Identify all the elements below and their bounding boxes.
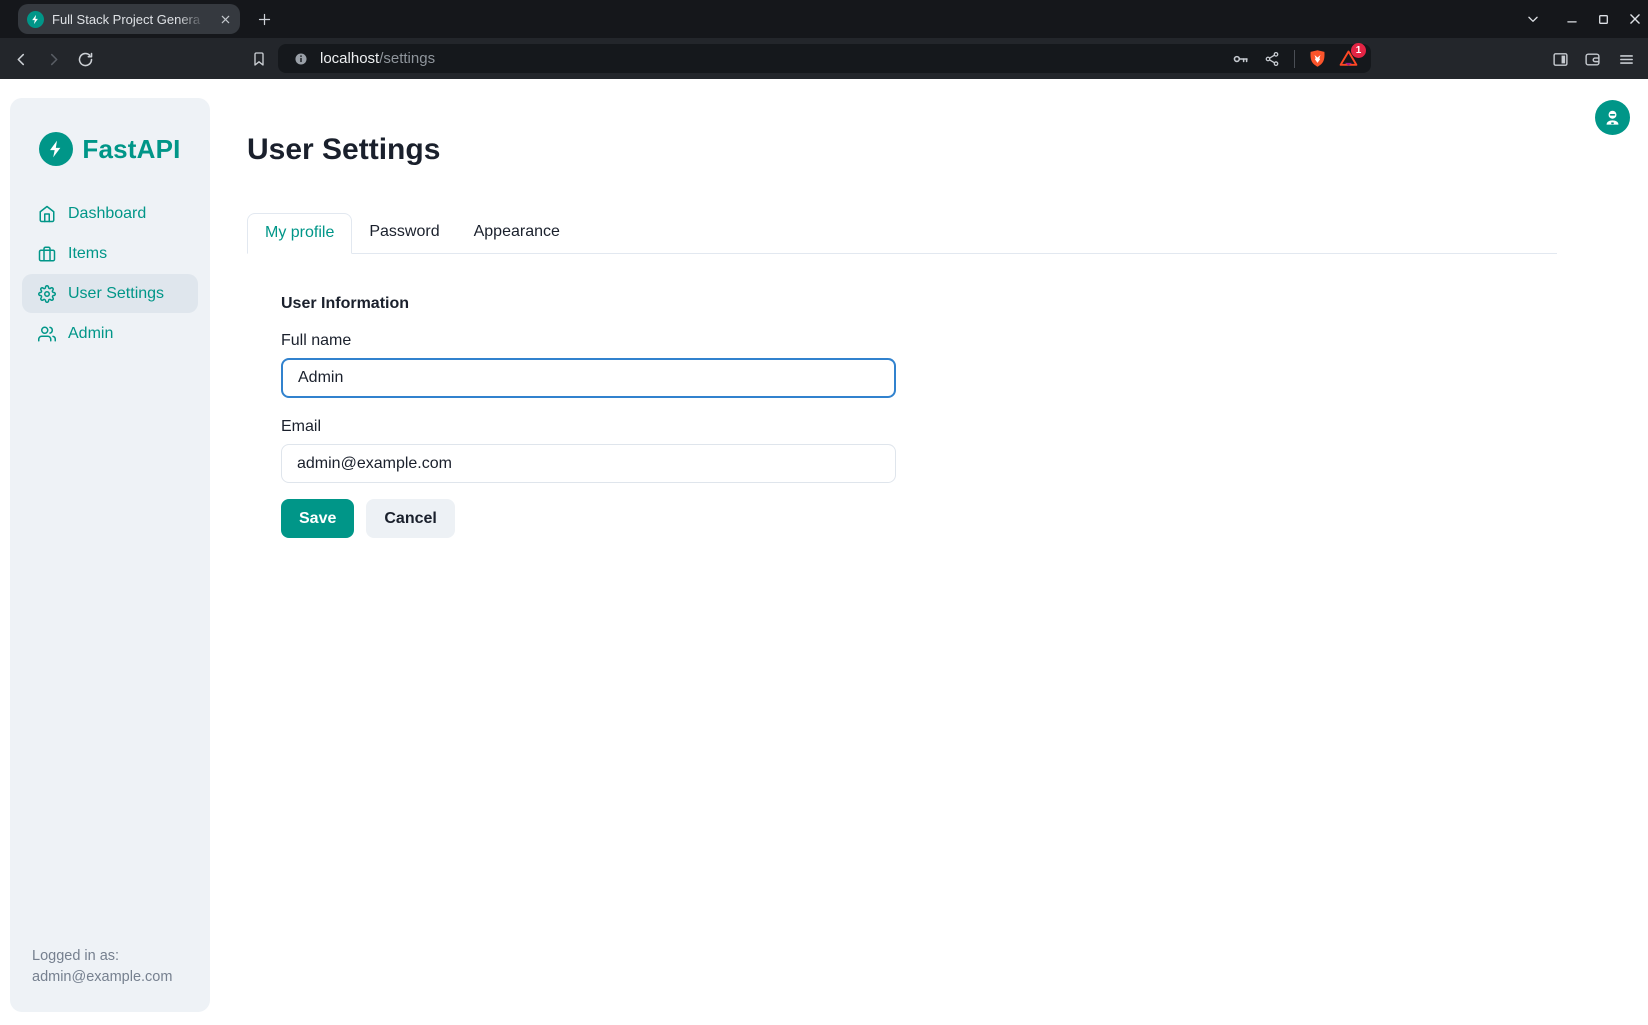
fastapi-favicon-icon	[27, 11, 44, 28]
tab-my-profile[interactable]: My profile	[247, 213, 352, 254]
home-icon	[38, 205, 56, 223]
sidebar-item-label: Items	[68, 245, 107, 263]
sidebar-nav: Dashboard Items User Settings Admin	[10, 194, 210, 353]
brave-rewards-icon[interactable]: 1	[1336, 47, 1360, 71]
sidebar-item-label: User Settings	[68, 285, 164, 303]
sidebar-item-label: Dashboard	[68, 205, 146, 223]
url-host: localhost	[320, 50, 379, 67]
sidebar: FastAPI Dashboard Items User Settings Ad…	[10, 98, 210, 1012]
tab-close-icon[interactable]	[220, 14, 231, 25]
bookmark-icon[interactable]	[246, 46, 272, 72]
logged-in-label: Logged in as:	[32, 946, 172, 967]
users-icon	[38, 325, 56, 343]
new-tab-button[interactable]	[252, 7, 276, 31]
fastapi-logo: FastAPI	[10, 132, 210, 166]
fastapi-logo-text: FastAPI	[82, 134, 180, 165]
menu-hamburger-icon[interactable]	[1613, 46, 1639, 72]
sidebar-item-items[interactable]: Items	[22, 234, 198, 273]
window-minimize-icon[interactable]	[1560, 7, 1584, 31]
briefcase-icon	[38, 245, 56, 263]
user-astronaut-icon	[1603, 108, 1622, 127]
sidebar-toggle-icon[interactable]	[1547, 46, 1573, 72]
url-path: /settings	[379, 50, 435, 67]
user-menu-button[interactable]	[1595, 100, 1630, 135]
section-heading: User Information	[281, 295, 1557, 313]
email-label: Email	[281, 418, 1557, 436]
sidebar-item-dashboard[interactable]: Dashboard	[22, 194, 198, 233]
tab-search-chevron-icon[interactable]	[1521, 7, 1545, 31]
fastapi-logo-icon	[39, 132, 73, 166]
tab-password[interactable]: Password	[352, 213, 456, 253]
browser-tab[interactable]: Full Stack Project Genera	[18, 4, 240, 34]
window-maximize-icon[interactable]	[1591, 7, 1615, 31]
page-title: User Settings	[247, 135, 1557, 165]
full-name-label: Full name	[281, 332, 1557, 350]
profile-panel: User Information Full name Email Save Ca…	[247, 254, 1557, 538]
back-button[interactable]	[8, 46, 34, 72]
save-button[interactable]: Save	[281, 499, 354, 538]
main-content: User Settings My profile Password Appear…	[247, 79, 1557, 538]
browser-tab-strip: Full Stack Project Genera	[0, 0, 1648, 38]
logged-in-status: Logged in as: admin@example.com	[32, 946, 172, 988]
site-info-icon[interactable]	[289, 47, 313, 71]
sidebar-item-label: Admin	[68, 325, 113, 343]
reload-button[interactable]	[72, 46, 98, 72]
logged-in-email: admin@example.com	[32, 967, 172, 988]
forward-button[interactable]	[40, 46, 66, 72]
address-bar[interactable]: localhost/settings 1	[278, 44, 1371, 73]
browser-toolbar: localhost/settings 1	[0, 38, 1648, 79]
sidebar-item-admin[interactable]: Admin	[22, 314, 198, 353]
password-key-icon[interactable]	[1229, 47, 1253, 71]
form-actions: Save Cancel	[281, 499, 1557, 538]
cancel-button[interactable]: Cancel	[366, 499, 454, 538]
share-icon[interactable]	[1260, 47, 1284, 71]
tab-appearance[interactable]: Appearance	[457, 213, 577, 253]
gear-icon	[38, 285, 56, 303]
window-close-icon[interactable]	[1623, 7, 1647, 31]
toolbar-divider	[1294, 50, 1295, 68]
email-field[interactable]	[281, 444, 896, 483]
sidebar-item-user-settings[interactable]: User Settings	[22, 274, 198, 313]
full-name-field[interactable]	[281, 358, 896, 398]
settings-tabs: My profile Password Appearance	[247, 213, 1557, 254]
brave-shield-icon[interactable]	[1305, 47, 1329, 71]
rewards-badge: 1	[1351, 43, 1366, 58]
wallet-icon[interactable]	[1579, 46, 1605, 72]
